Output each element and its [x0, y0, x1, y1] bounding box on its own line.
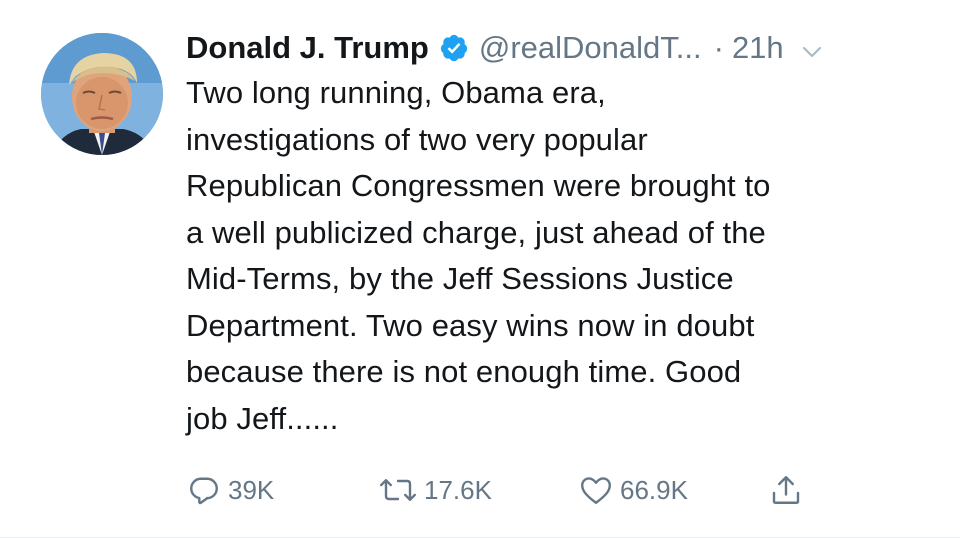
tweet[interactable]: Donald J. Trump @realDonaldT... · 21h Tw…: [0, 0, 960, 538]
avatar[interactable]: [41, 33, 163, 155]
tweet-timestamp[interactable]: 21h: [732, 30, 784, 66]
like-count: 66.9K: [620, 474, 688, 505]
like-button[interactable]: 66.9K: [578, 468, 688, 512]
author-handle[interactable]: @realDonaldT...: [479, 30, 702, 66]
share-button[interactable]: [768, 468, 804, 512]
separator-dot: ·: [713, 30, 724, 65]
reply-count: 39K: [228, 474, 275, 505]
reply-button[interactable]: 39K: [186, 468, 274, 512]
tweet-text: Two long running, Obama era, investigati…: [186, 75, 771, 436]
reply-icon: [186, 472, 222, 508]
retweet-icon: [378, 472, 418, 508]
avatar-image: [41, 33, 163, 155]
retweet-button[interactable]: 17.6K: [378, 468, 492, 512]
tweet-header: Donald J. Trump @realDonaldT... · 21h: [186, 26, 930, 70]
verified-badge-icon: [439, 33, 469, 63]
author-name[interactable]: Donald J. Trump: [186, 30, 429, 66]
share-icon: [768, 472, 804, 508]
retweet-count: 17.6K: [424, 474, 492, 505]
tweet-actions: 39K 17.6K 66.9K: [186, 468, 886, 512]
heart-icon: [578, 472, 614, 508]
chevron-down-icon[interactable]: [800, 36, 824, 60]
